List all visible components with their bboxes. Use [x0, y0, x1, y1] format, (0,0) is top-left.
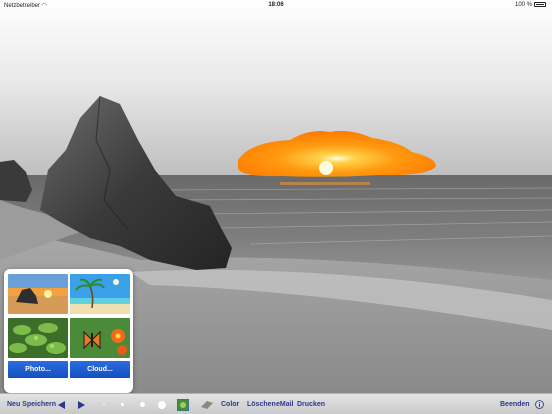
brush-size-1[interactable] [100, 394, 108, 414]
brush-size-3[interactable] [137, 394, 147, 414]
sunset-rock-thumbnail[interactable] [8, 274, 68, 314]
email-button[interactable]: eMail [276, 394, 294, 414]
photo-button[interactable]: Photo... [8, 361, 68, 378]
quit-button[interactable]: Beenden [500, 394, 530, 414]
brush-size-2[interactable] [118, 394, 126, 414]
clock: 18:06 [268, 2, 284, 8]
info-icon[interactable] [533, 394, 545, 414]
print-button[interactable]: Drucken [297, 394, 325, 414]
delete-button[interactable]: Löschen [247, 394, 276, 414]
battery-icon [534, 2, 546, 7]
status-bar: Netzbetreiber ◠ 18:06 100 % [0, 0, 552, 10]
brush-size-4[interactable] [156, 394, 168, 414]
new-save-button[interactable]: Neu Speichern [7, 394, 56, 414]
bottom-toolbar: Neu Speichern Color Löschen eMail Drucke… [0, 393, 552, 414]
green-plant-thumbnail[interactable] [8, 318, 68, 358]
color-button[interactable]: Color [221, 394, 239, 414]
photo-picker-popover: Photo... Cloud... [4, 269, 133, 393]
eraser-icon[interactable] [200, 394, 214, 414]
battery-indicator: 100 % [515, 2, 546, 8]
cloud-button[interactable]: Cloud... [70, 361, 130, 378]
palm-beach-thumbnail[interactable] [70, 274, 130, 314]
triangle-left-icon[interactable] [56, 394, 66, 414]
butterfly-thumbnail[interactable] [70, 318, 130, 358]
triangle-right-icon[interactable] [76, 394, 86, 414]
photo-stamp-icon[interactable] [176, 394, 190, 414]
